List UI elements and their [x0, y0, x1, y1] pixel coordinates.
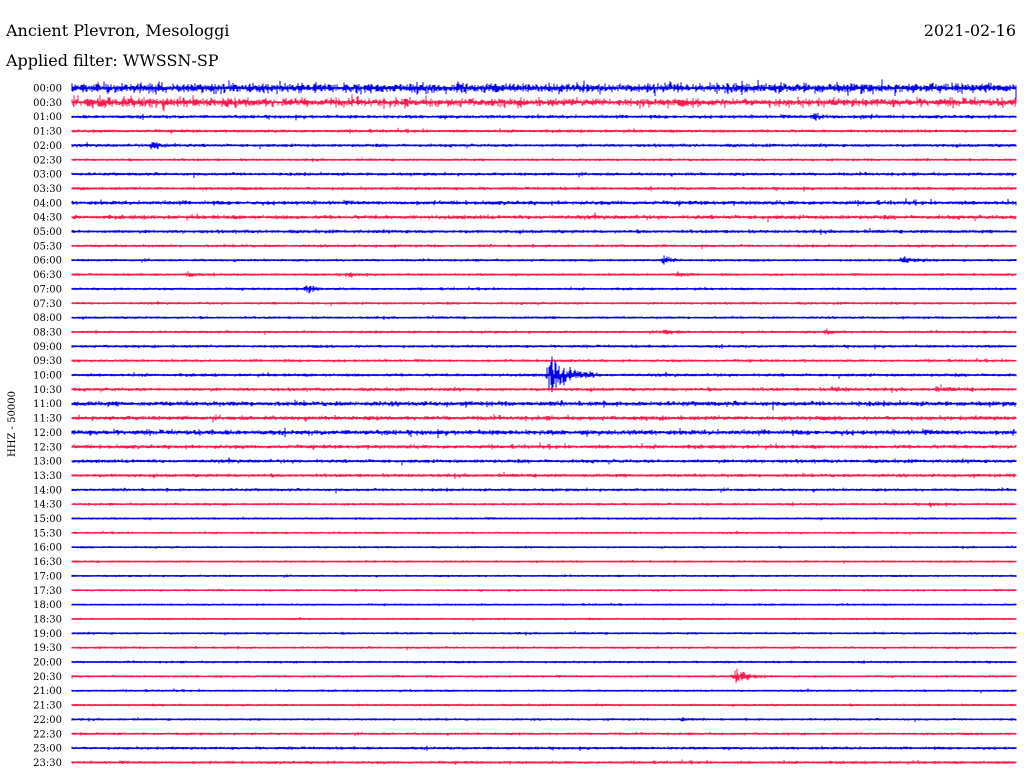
time-tick-label: 23:30 [33, 758, 62, 769]
time-tick-label: 01:00 [33, 112, 62, 123]
time-tick-label: 13:00 [33, 457, 62, 468]
time-tick-label: 14:30 [33, 500, 62, 511]
trace-row [71, 356, 1017, 393]
helicorder-chart: Ancient Plevron, Mesologgi 2021-02-16 00… [5, 21, 1017, 769]
trace-row [71, 384, 1017, 393]
trace-row [71, 79, 1017, 101]
time-tick-label: 18:00 [33, 600, 62, 611]
time-tick-label: 20:30 [33, 672, 62, 683]
filter-label: Applied filter: WWSSN-SP [5, 51, 219, 70]
time-tick-label: 05:30 [33, 241, 62, 252]
time-tick-label: 17:30 [33, 586, 62, 597]
time-tick-label: 09:00 [33, 342, 62, 353]
time-tick-label: 12:30 [33, 442, 62, 453]
time-tick-label: 18:30 [33, 614, 62, 625]
time-tick-label: 15:30 [33, 528, 62, 539]
time-tick-label: 21:00 [33, 686, 62, 697]
time-tick-label: 19:00 [33, 629, 62, 640]
time-tick-label: 06:30 [33, 270, 62, 281]
trace-group [71, 79, 1017, 765]
time-tick-label: 03:00 [33, 170, 62, 181]
time-tick-label: 23:00 [33, 744, 62, 755]
time-tick-label: 06:00 [33, 256, 62, 267]
station-name: Ancient Plevron, Mesologgi [5, 21, 229, 40]
time-tick-label: 03:30 [33, 184, 62, 195]
time-tick-label: 17:00 [33, 571, 62, 582]
time-tick-label: 10:00 [33, 371, 62, 382]
time-tick-label: 10:30 [33, 385, 62, 396]
time-tick-label: 21:30 [33, 701, 62, 712]
time-tick-label: 11:30 [33, 414, 62, 425]
time-tick-label: 11:00 [33, 399, 62, 410]
time-tick-label: 00:00 [33, 84, 62, 95]
time-tick-label: 02:00 [33, 141, 62, 152]
time-tick-label: 16:30 [33, 557, 62, 568]
time-tick-label: 08:30 [33, 327, 62, 338]
time-tick-label: 04:30 [33, 213, 62, 224]
time-tick-label: 04:00 [33, 198, 62, 209]
time-tick-label: 20:00 [33, 658, 62, 669]
time-tick-label: 01:30 [33, 127, 62, 138]
time-tick-label: 16:00 [33, 543, 62, 554]
time-tick-label: 00:30 [33, 98, 62, 109]
time-tick-label: 07:30 [33, 299, 62, 310]
time-tick-label: 05:00 [33, 227, 62, 238]
time-tick-label: 13:30 [33, 471, 62, 482]
time-tick-label: 22:30 [33, 729, 62, 740]
time-tick-label: 02:30 [33, 155, 62, 166]
y-axis-label: HHZ - 50000 [7, 391, 18, 457]
time-tick-label: 08:00 [33, 313, 62, 324]
time-tick-label: 12:00 [33, 428, 62, 439]
time-tick-label: 22:00 [33, 715, 62, 726]
time-tick-label: 15:00 [33, 514, 62, 525]
time-tick-label: 09:30 [33, 356, 62, 367]
trace-row [71, 399, 1017, 411]
time-tick-label: 19:30 [33, 643, 62, 654]
time-tick-label: 07:00 [33, 284, 62, 295]
time-tick-labels: 00:00 00:30 01:00 01:30 02:00 02:30 03:00 03:30… [33, 84, 62, 769]
recording-date: 2021-02-16 [924, 21, 1016, 40]
time-tick-label: 14:00 [33, 485, 62, 496]
